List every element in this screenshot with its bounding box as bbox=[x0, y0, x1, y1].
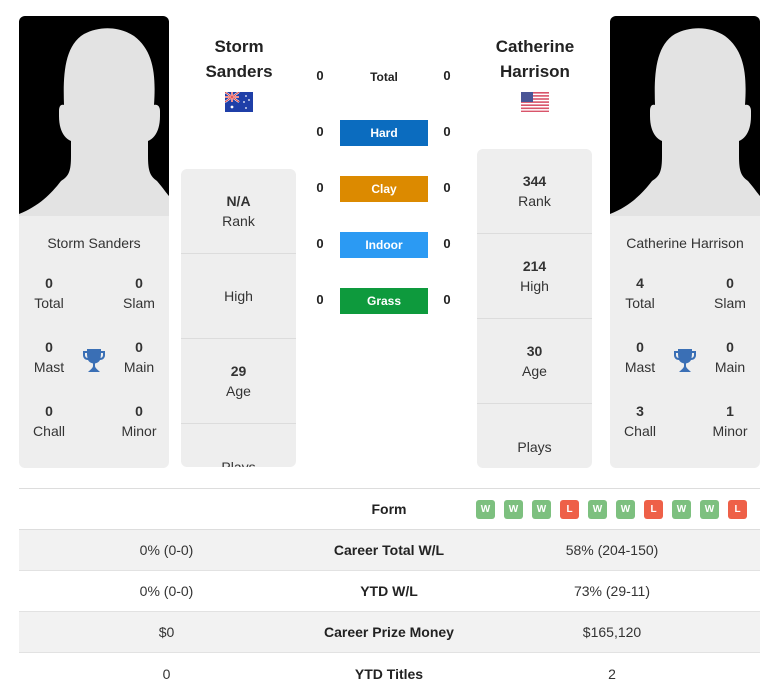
p2-grass-wins: 0 bbox=[443, 292, 451, 307]
p1-grass-wins: 0 bbox=[316, 292, 324, 307]
titles-total: 0 Total bbox=[34, 275, 64, 311]
p2-indoor-wins: 0 bbox=[443, 236, 451, 251]
p1-indoor-wins: 0 bbox=[316, 236, 324, 251]
player2-high: 214 High bbox=[477, 234, 592, 319]
player1-titles: 0 Total 0 Slam 0 Mast 0 Main 0 Chall 0 Minor bbox=[19, 273, 169, 465]
table-row: 0% (0-0) Career Total W/L 58% (204-150) bbox=[19, 530, 760, 571]
surface-hard-badge[interactable]: Hard bbox=[340, 120, 428, 146]
player2-age: 30 Age bbox=[477, 319, 592, 404]
p1-clay-wins: 0 bbox=[316, 180, 324, 195]
form-result[interactable]: L bbox=[644, 500, 663, 519]
surface-row-total: 0 Total 0 bbox=[300, 64, 470, 90]
form-row: Form W W W L W W L W W L bbox=[19, 489, 760, 529]
p2-hard-wins: 0 bbox=[443, 124, 451, 139]
player1-name-line2[interactable]: Sanders bbox=[174, 59, 304, 84]
surface-row-grass: 0 Grass 0 bbox=[300, 288, 470, 314]
player1-card: Storm Sanders 0 Total 0 Slam 0 Mast 0 Main 0… bbox=[19, 16, 169, 468]
surface-row-indoor: 0 Indoor 0 bbox=[300, 232, 470, 258]
form-label: Form bbox=[371, 501, 407, 517]
form-result[interactable]: W bbox=[672, 500, 691, 519]
form-result[interactable]: W bbox=[476, 500, 495, 519]
p2-stat: 2 bbox=[608, 665, 616, 682]
form-badges: W W W L W W L W W L bbox=[476, 500, 756, 519]
stat-label: YTD W/L bbox=[360, 583, 418, 599]
titles-minor: 1 Minor bbox=[712, 403, 748, 439]
surface-total-label: Total bbox=[370, 70, 398, 84]
p2-stat: 58% (204-150) bbox=[565, 542, 659, 558]
player2-name-line1[interactable]: Catherine bbox=[470, 34, 600, 59]
form-result[interactable]: L bbox=[728, 500, 747, 519]
player1-photo bbox=[19, 16, 169, 216]
player1-age: 29 Age bbox=[181, 339, 296, 424]
stat-label: YTD Titles bbox=[354, 665, 424, 682]
player1-photo-caption: Storm Sanders bbox=[47, 235, 141, 251]
player2-name-line2[interactable]: Harrison bbox=[470, 59, 600, 84]
titles-main: 0 Main bbox=[123, 339, 155, 375]
stats-table: 0% (0-0) Career Total W/L 58% (204-150) … bbox=[19, 530, 760, 694]
australia-flag-icon bbox=[225, 92, 253, 112]
p2-clay-wins: 0 bbox=[443, 180, 451, 195]
form-result[interactable]: W bbox=[588, 500, 607, 519]
player2-card: Catherine Harrison 4 Total 0 Slam 0 Mast 0M… bbox=[610, 16, 760, 468]
usa-flag-icon bbox=[521, 92, 549, 112]
trophy-icon bbox=[83, 349, 105, 372]
player2-photo-caption: Catherine Harrison bbox=[626, 235, 744, 251]
player1-rank: N/A Rank bbox=[181, 169, 296, 254]
form-result[interactable]: W bbox=[616, 500, 635, 519]
table-row: 0% (0-0) YTD W/L 73% (29-11) bbox=[19, 571, 760, 612]
surface-grass-badge[interactable]: Grass bbox=[340, 288, 428, 314]
titles-chall: 0 Chall bbox=[33, 403, 65, 439]
form-result[interactable]: W bbox=[700, 500, 719, 519]
silhouette-icon bbox=[19, 28, 169, 216]
player1-info: N/A Rank High 29 Age Plays bbox=[181, 169, 296, 467]
p1-stat: $0 bbox=[158, 624, 175, 640]
player2-header: Catherine Harrison bbox=[470, 34, 600, 112]
table-row: 0 YTD Titles 2 bbox=[19, 653, 760, 694]
surface-indoor-badge[interactable]: Indoor bbox=[340, 232, 428, 258]
titles-mast: 0 Mast bbox=[33, 339, 65, 375]
p1-stat: 0% (0-0) bbox=[139, 542, 194, 558]
surface-clay-badge[interactable]: Clay bbox=[340, 176, 428, 202]
player1-plays: Plays bbox=[221, 458, 256, 468]
titles-mast: 0 Mast bbox=[624, 339, 656, 375]
titles-minor: 0 Minor bbox=[121, 403, 157, 439]
p1-hard-wins: 0 bbox=[316, 124, 324, 139]
form-result[interactable]: W bbox=[504, 500, 523, 519]
player1-high: High bbox=[181, 254, 296, 339]
titles-slam: 0 Slam bbox=[123, 275, 155, 311]
p2-total-wins: 0 bbox=[443, 68, 451, 83]
table-row: $0 Career Prize Money $165,120 bbox=[19, 612, 760, 653]
player2-titles: 4 Total 0 Slam 0 Mast 0 Main 3 Chall 1 Minor bbox=[610, 273, 760, 465]
titles-chall: 3 Chall bbox=[624, 403, 656, 439]
player1-name-line1[interactable]: Storm bbox=[174, 34, 304, 59]
p1-total-wins: 0 bbox=[316, 68, 324, 83]
player2-plays: Plays bbox=[517, 438, 552, 455]
player2-rank: 344 Rank bbox=[477, 149, 592, 234]
stat-label: Career Total W/L bbox=[333, 542, 445, 558]
titles-slam: 0 Slam bbox=[714, 275, 746, 311]
player2-info: 344 Rank 214 High 30 Age Plays bbox=[477, 149, 592, 468]
player1-header: Storm Sanders bbox=[174, 34, 304, 112]
surface-row-clay: 0 Clay 0 bbox=[300, 176, 470, 202]
p2-stat: $165,120 bbox=[582, 624, 642, 640]
trophy-icon bbox=[674, 349, 696, 372]
p2-stat: 73% (29-11) bbox=[573, 583, 650, 599]
silhouette-icon bbox=[610, 28, 760, 216]
titles-main: 0 Main bbox=[714, 339, 746, 375]
form-result[interactable]: L bbox=[560, 500, 579, 519]
p1-stat: 0 bbox=[162, 665, 171, 682]
stat-label: Career Prize Money bbox=[324, 624, 454, 640]
player2-photo bbox=[610, 16, 760, 216]
surface-row-hard: 0 Hard 0 bbox=[300, 120, 470, 146]
form-result[interactable]: W bbox=[532, 500, 551, 519]
titles-total: 4 Total bbox=[625, 275, 655, 311]
p1-stat: 0% (0-0) bbox=[139, 583, 194, 599]
